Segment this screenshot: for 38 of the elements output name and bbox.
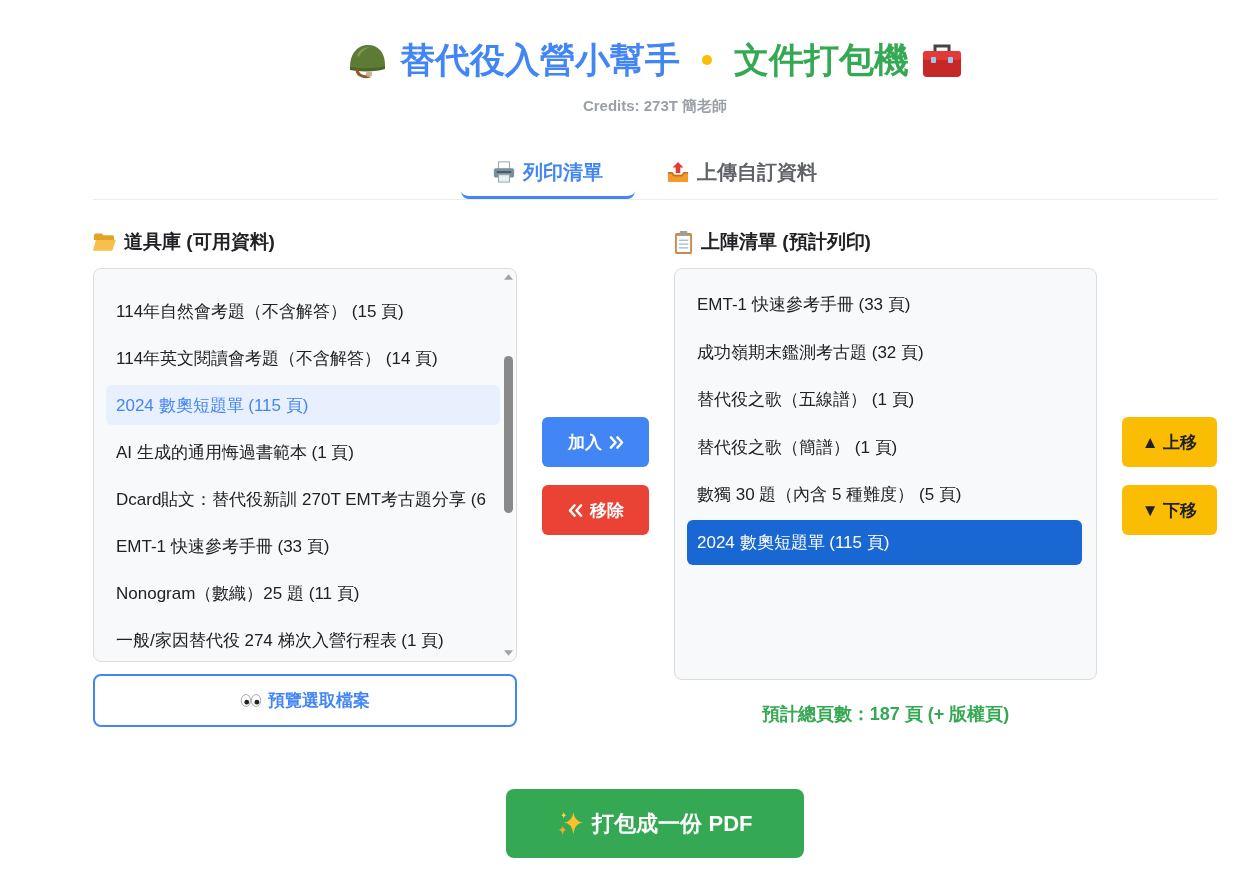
double-chevron-right-icon [608,435,624,449]
file-list-item[interactable]: Nonogram（數織）25 題 (11 頁) [106,573,500,613]
file-list-item[interactable]: 2024 數奧短題單 (115 頁) [687,519,1082,565]
clipboard-icon [674,230,693,254]
upload-tray-icon [667,161,689,183]
page-total-text: 預計總頁數：187 頁 (+ 版權頁) [760,703,1011,726]
preview-button[interactable]: 預覽選取檔案 [93,674,517,727]
file-list-item[interactable]: 數獨 30 題（內含 5 種難度） (5 頁) [687,472,1082,518]
file-list-item[interactable]: EMT-1 快速參考手冊 (33 頁) [106,526,500,566]
tool-name: 文件打包機 [734,39,909,81]
file-list-item[interactable]: 替代役之歌（五線譜） (1 頁) [687,377,1082,423]
file-list-item[interactable]: 114年英文閱讀會考題（不含解答） (14 頁) [106,338,500,378]
printer-icon [493,161,515,183]
move-up-button[interactable]: ▲ 上移 [1122,417,1217,467]
panel-heading: 上陣清單 (預計列印) [701,230,871,254]
file-list-item[interactable]: 一般/家因替代役 274 梯次入營行程表 (1 頁) [106,620,500,660]
file-list-item[interactable]: 成功嶺期末鑑測考古題 (32 頁) [687,329,1082,375]
credits-text: Credits: 273T 簡老師 [582,96,728,116]
double-chevron-left-icon [567,503,583,517]
file-list-item[interactable]: 114年自然會考題（不含解答） (15 頁) [106,291,500,331]
tab[interactable]: 上傳自訂資料 [635,146,849,199]
tab[interactable]: 列印清單 [461,146,635,199]
sparkle-icon [557,810,585,837]
file-list-item[interactable]: Dcard貼文：替代役新訓 270T EMT考古題分享 (6 [106,479,500,519]
eyes-icon [240,693,262,708]
move-down-button[interactable]: ▼ 下移 [1122,485,1217,535]
open-folder-icon [93,232,116,252]
dot-icon [702,55,712,65]
scrollbar-thumb[interactable] [504,356,513,513]
file-list-item[interactable]: 替代役之歌（簡譜） (1 頁) [687,424,1082,470]
file-list-item[interactable]: AI 生成的通用悔過書範本 (1 頁) [106,432,500,472]
add-button[interactable]: 加入 [542,417,649,467]
file-list-item[interactable]: EMT-1 快速參考手冊 (33 頁) [687,282,1082,327]
scroll-down-arrow-icon [504,650,513,656]
panel-heading: 道具庫 (可用資料) [124,230,275,254]
remove-button[interactable]: 移除 [542,485,649,535]
scroll-up-arrow-icon [504,274,513,280]
app-name: 替代役入營小幫手 [400,39,680,81]
